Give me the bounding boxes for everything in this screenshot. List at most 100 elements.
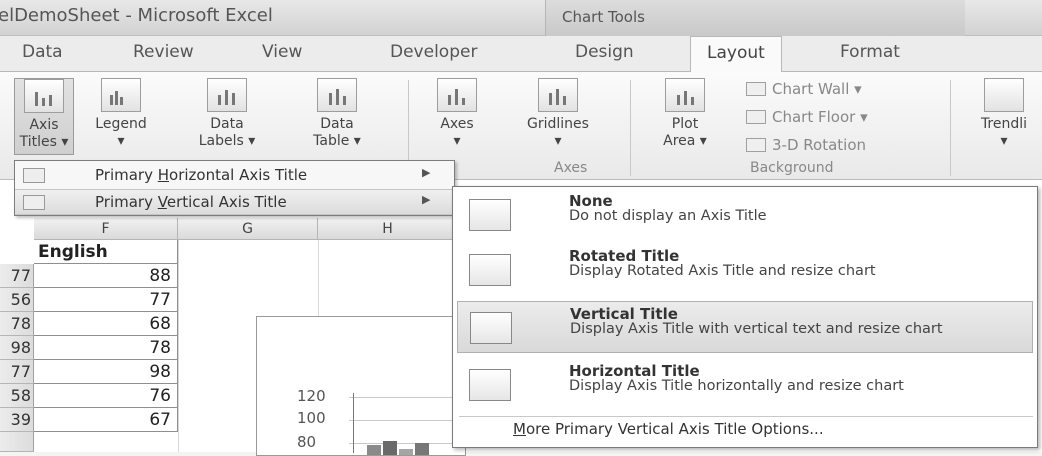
trendline-icon — [984, 78, 1024, 112]
row-value[interactable]: 77 — [0, 264, 34, 288]
gridlines-button[interactable]: Gridlines ▾ — [508, 78, 608, 150]
menu-item-primary-horizontal-axis-title[interactable]: Primary Horizontal Axis Title ▶ — [15, 163, 454, 189]
3d-rotation-icon — [746, 138, 766, 152]
legend-label-2: ▾ — [117, 133, 125, 149]
table-cell[interactable]: 76 — [34, 384, 178, 408]
menu-item-primary-vertical-axis-title[interactable]: Primary Vertical Axis Title ▶ — [15, 189, 454, 215]
axis-tick-label: 100 — [297, 409, 326, 427]
axes-label-1: Axes — [440, 116, 474, 132]
legend-button[interactable]: Legend ▾ — [78, 78, 164, 150]
column-header-g[interactable]: G — [178, 218, 318, 240]
gridlines-label-1: Gridlines — [527, 116, 589, 132]
table-cell[interactable]: 98 — [34, 360, 178, 384]
title-bar: elDemoSheet - Microsoft Excel Chart Tool… — [0, 0, 1042, 36]
tab-layout[interactable]: Layout — [690, 36, 782, 73]
chart-wall-button[interactable]: Chart Wall ▾ — [746, 80, 862, 98]
plot-area-icon — [665, 78, 705, 112]
group-separator — [950, 80, 951, 176]
3d-rotation-label: 3-D Rotation — [772, 136, 867, 154]
axis-tick-label: 80 — [297, 433, 317, 451]
tab-design[interactable]: Design — [575, 42, 634, 62]
axes-label-2: ▾ — [453, 133, 461, 149]
gridlines-icon — [538, 78, 578, 112]
data-labels-label-2: Labels ▾ — [198, 133, 256, 149]
table-cell[interactable]: 68 — [34, 312, 178, 336]
tab-review[interactable]: Review — [133, 42, 194, 62]
gridline — [178, 240, 179, 452]
legend-label-1: Legend — [95, 116, 147, 132]
embedded-chart[interactable]: 120 100 80 — [256, 316, 466, 456]
option-rotated-title[interactable]: Rotated Title Display Rotated Axis Title… — [457, 244, 1033, 296]
row-value[interactable]: 78 — [0, 312, 34, 336]
rotated-title-icon — [469, 254, 511, 286]
data-labels-button[interactable]: Data Labels ▾ — [190, 78, 264, 150]
horizontal-axis-title-icon — [23, 168, 45, 183]
chart-gridline — [349, 420, 459, 421]
plot-area-label-2: Area ▾ — [663, 133, 707, 149]
window-title: elDemoSheet - Microsoft Excel — [0, 5, 273, 26]
option-description: Do not display an Axis Title — [569, 208, 767, 224]
header-cell-english[interactable]: English — [34, 240, 178, 264]
plot-area-label-1: Plot — [671, 116, 699, 132]
data-table-button[interactable]: Data Table ▾ — [300, 78, 374, 150]
vertical-axis-title-icon — [23, 195, 45, 210]
vertical-title-icon — [470, 312, 512, 344]
menu-item-label: Primary Vertical Axis Title — [95, 193, 287, 211]
more-vertical-axis-title-options[interactable]: More Primary Vertical Axis Title Options… — [513, 420, 824, 438]
chart-floor-icon — [746, 110, 766, 124]
plot-area-button[interactable]: Plot Area ▾ — [650, 78, 720, 150]
row-value[interactable]: 58 — [0, 384, 34, 408]
chart-bar — [415, 443, 429, 455]
3d-rotation-button[interactable]: 3-D Rotation — [746, 136, 866, 154]
chart-bar — [383, 441, 397, 455]
menu-separator — [459, 416, 1033, 417]
axis-titles-icon — [24, 79, 64, 113]
table-cell[interactable]: 78 — [34, 336, 178, 360]
background-group-label: Background — [750, 160, 834, 176]
chart-wall-label: Chart Wall ▾ — [772, 80, 862, 98]
column-header-f[interactable]: F — [34, 218, 178, 240]
axis-titles-label-1: Axis — [29, 117, 59, 133]
chart-tools-context: Chart Tools — [545, 0, 965, 36]
horizontal-title-icon — [469, 369, 511, 401]
legend-icon — [101, 78, 141, 112]
trendline-button[interactable]: Trendli ▾ — [966, 78, 1042, 150]
data-labels-icon — [207, 78, 247, 112]
option-horizontal-title[interactable]: Horizontal Title Display Axis Title hori… — [457, 359, 1033, 411]
option-none[interactable]: None Do not display an Axis Title — [457, 189, 1033, 241]
row-value[interactable]: 98 — [0, 336, 34, 360]
option-description: Display Axis Title with vertical text an… — [570, 321, 943, 337]
chart-tools-label: Chart Tools — [562, 8, 645, 26]
option-vertical-title[interactable]: Vertical Title Display Axis Title with v… — [457, 301, 1033, 353]
chart-axis — [353, 393, 354, 453]
chart-floor-label: Chart Floor ▾ — [772, 108, 868, 126]
no-axis-title-icon — [469, 199, 511, 231]
table-cell[interactable]: 67 — [34, 408, 178, 432]
tab-view[interactable]: View — [262, 42, 302, 62]
chart-bar — [367, 445, 381, 455]
axis-titles-button[interactable]: Axis Titles ▾ — [14, 78, 74, 155]
trendline-label-1: Trendli — [980, 116, 1028, 132]
chart-floor-button[interactable]: Chart Floor ▾ — [746, 108, 868, 126]
trendline-label-2: ▾ — [1000, 133, 1008, 149]
axes-button[interactable]: Axes ▾ — [424, 78, 490, 150]
chart-gridline — [349, 443, 459, 444]
table-cell[interactable]: 77 — [34, 288, 178, 312]
data-labels-label-1: Data — [210, 116, 244, 132]
row-value[interactable]: 77 — [0, 360, 34, 384]
menu-item-label: Primary Horizontal Axis Title — [95, 166, 308, 184]
ribbon-tabs: Data Review View Developer Design Layout… — [0, 36, 1042, 73]
tab-format[interactable]: Format — [840, 42, 900, 62]
column-header-h[interactable]: H — [318, 218, 458, 240]
tab-developer[interactable]: Developer — [390, 42, 477, 62]
axes-icon — [437, 78, 477, 112]
axis-titles-menu: Primary Horizontal Axis Title ▶ Primary … — [14, 160, 455, 216]
table-cell[interactable]: 88 — [34, 264, 178, 288]
row-value[interactable]: 56 — [0, 288, 34, 312]
vertical-axis-title-submenu: None Do not display an Axis Title Rotate… — [452, 186, 1038, 448]
tab-data[interactable]: Data — [22, 42, 63, 62]
submenu-arrow-icon: ▶ — [422, 166, 431, 179]
row-value[interactable]: 39 — [0, 408, 34, 432]
chart-gridline — [349, 397, 459, 398]
submenu-arrow-icon: ▶ — [422, 193, 431, 206]
